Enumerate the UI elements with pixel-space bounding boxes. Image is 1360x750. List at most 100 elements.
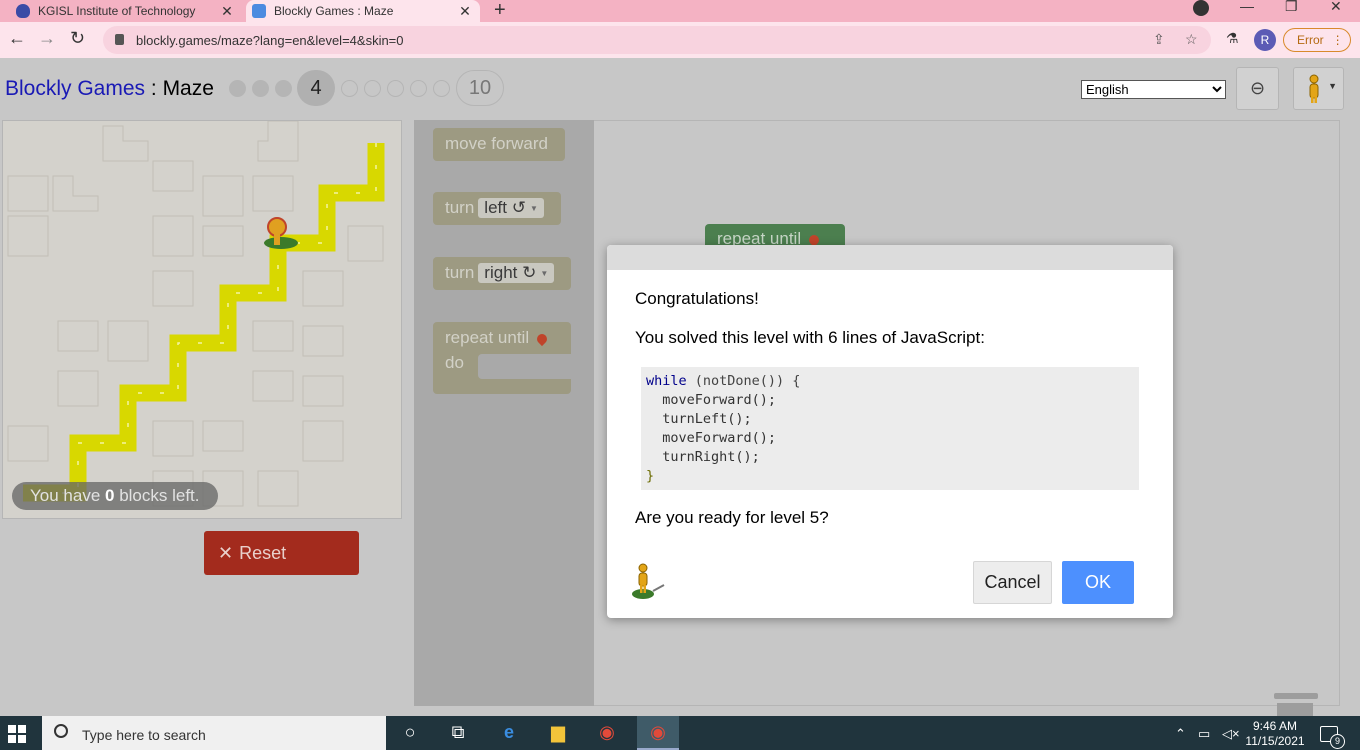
error-label: Error <box>1297 33 1324 47</box>
code-keyword: while <box>646 373 687 389</box>
level-8-dot[interactable] <box>410 80 427 97</box>
trash-lid <box>1274 693 1318 699</box>
code-line: turnRight(); <box>646 449 760 465</box>
turn-right-value: right ↻ <box>484 263 537 282</box>
lock-icon[interactable] <box>115 34 124 45</box>
level-3-dot[interactable] <box>275 80 292 97</box>
pegman-icon <box>1309 74 1319 103</box>
chrome-icon[interactable]: ◉ <box>595 722 619 744</box>
level-9-dot[interactable] <box>433 80 450 97</box>
last-level-badge[interactable]: 10 <box>456 70 504 106</box>
notification-center-icon[interactable]: 9 <box>1320 726 1345 749</box>
dropdown-arrow-icon: ▼ <box>529 204 538 214</box>
network-icon[interactable]: ▭ <box>1198 726 1210 742</box>
edge-browser-icon[interactable]: e <box>497 722 521 744</box>
dropdown-arrow-icon: ▼ <box>540 269 549 279</box>
address-bar[interactable]: blockly.games/maze?lang=en&level=4&skin=… <box>103 26 1211 54</box>
close-icon[interactable]: ✕ <box>218 3 236 20</box>
turn-left-value: left ↺ <box>484 198 526 217</box>
chrome-icon: ◉ <box>650 722 666 742</box>
clock-date: 11/15/2021 <box>1245 734 1305 748</box>
chevron-up-icon[interactable]: ⌃ <box>1175 726 1186 742</box>
taskbar-clock[interactable]: 9:46 AM 11/15/2021 <box>1242 719 1308 749</box>
move-forward-block[interactable]: move forward <box>433 128 565 161</box>
blocks-left-prefix: You have <box>30 486 105 505</box>
link-button[interactable]: ⊖ <box>1236 67 1279 110</box>
congrats-text: Congratulations! <box>635 289 759 308</box>
level-complete-dialog: Congratulations! You solved this level w… <box>607 245 1173 618</box>
close-icon: ✕ <box>218 543 234 563</box>
browser-tab-strip: KGISL Institute of Technology ✕ Blockly … <box>0 0 1360 22</box>
blockly-favicon-icon <box>252 4 266 18</box>
turn-label: turn <box>445 198 475 217</box>
turn-label: turn <box>445 263 475 282</box>
tab-blockly-maze[interactable]: Blockly Games : Maze ✕ <box>246 0 480 22</box>
maze-drawing <box>7 121 385 507</box>
error-chip[interactable]: Error ⋮ <box>1283 28 1351 52</box>
current-level-badge[interactable]: 4 <box>297 70 335 106</box>
new-tab-button[interactable]: + <box>494 0 506 22</box>
bookmark-star-icon[interactable]: ☆ <box>1185 31 1198 48</box>
repeat-until-label: repeat until <box>445 328 530 347</box>
share-icon[interactable]: ⇪ <box>1153 31 1165 48</box>
code-line: moveForward(); <box>646 430 777 446</box>
blockly-games-link[interactable]: Blockly Games <box>5 77 145 100</box>
solved-text: You solved this level with 6 lines of Ja… <box>635 328 985 347</box>
level-5-dot[interactable] <box>341 80 358 97</box>
pegman-icon <box>632 563 665 599</box>
reload-icon[interactable]: ↻ <box>70 28 85 49</box>
repeat-until-block[interactable]: repeat until do <box>433 322 571 394</box>
link-icon: ⊖ <box>1249 78 1266 98</box>
cortana-icon[interactable]: ○ <box>398 722 422 744</box>
level-2-dot[interactable] <box>252 80 269 97</box>
windows-taskbar: Type here to search ○ ⧉ e ▆ ◉ ◉ ⌃ ▭ ◁× 9… <box>0 716 1360 750</box>
ok-button[interactable]: OK <box>1062 561 1134 604</box>
code-line: } <box>646 468 655 484</box>
blocks-left-status: You have 0 blocks left. <box>12 482 218 510</box>
restore-icon[interactable]: ❐ <box>1285 0 1298 15</box>
tab-search-icon[interactable] <box>1193 0 1209 16</box>
level-6-dot[interactable] <box>364 80 381 97</box>
close-icon[interactable]: ✕ <box>456 3 474 20</box>
page-title: Blockly Games : Maze <box>5 77 214 101</box>
clock-time: 9:46 AM <box>1252 719 1298 733</box>
language-select[interactable]: English <box>1081 80 1226 99</box>
maze-wall-tiles <box>7 121 384 507</box>
volume-muted-icon[interactable]: ◁× <box>1222 726 1240 742</box>
tab-kgisl[interactable]: KGISL Institute of Technology ✕ <box>10 0 242 22</box>
level-1-dot[interactable] <box>229 80 246 97</box>
turn-right-block[interactable]: turn right ↻ ▼ <box>433 257 571 290</box>
minimize-icon[interactable]: — <box>1240 0 1254 14</box>
dialog-title-bar[interactable] <box>607 245 1173 270</box>
labs-flask-icon[interactable]: ⚗ <box>1226 30 1239 47</box>
profile-avatar[interactable]: R <box>1254 29 1276 51</box>
back-icon[interactable]: ← <box>8 28 26 49</box>
tab-title: Blockly Games : Maze <box>274 4 394 18</box>
game-name: Maze <box>162 77 214 100</box>
kgisl-favicon-icon <box>16 4 30 18</box>
block-toolbox: move forward turn left ↺ ▼ turn right ↻ ▼ re… <box>414 120 594 706</box>
move-forward-label: move forward <box>445 134 548 153</box>
blocks-left-suffix: blocks left. <box>114 486 200 505</box>
reset-button[interactable]: ✕ Reset <box>204 531 359 575</box>
url-text[interactable]: blockly.games/maze?lang=en&level=4&skin=… <box>136 33 404 48</box>
forward-icon[interactable]: → <box>38 28 56 49</box>
windows-start-icon[interactable] <box>8 725 26 743</box>
task-view-icon[interactable]: ⧉ <box>446 722 470 744</box>
turn-direction-dropdown[interactable]: right ↻ ▼ <box>478 263 555 283</box>
chrome-profile-taskbar-button[interactable]: ◉ <box>637 716 679 750</box>
taskbar-search-input[interactable]: Type here to search <box>42 716 386 750</box>
window-close-icon[interactable]: ✕ <box>1330 0 1342 15</box>
do-slot <box>478 354 571 379</box>
pegman-button[interactable]: ▼ <box>1293 67 1344 110</box>
file-explorer-icon[interactable]: ▆ <box>546 722 570 744</box>
browser-toolbar: ← → ↻ blockly.games/maze?lang=en&level=4… <box>0 22 1360 58</box>
tab-title: KGISL Institute of Technology <box>38 4 196 18</box>
turn-direction-dropdown[interactable]: left ↺ ▼ <box>478 198 544 218</box>
search-icon <box>54 724 68 738</box>
reset-label: Reset <box>239 543 287 563</box>
cancel-button[interactable]: Cancel <box>973 561 1052 604</box>
turn-left-block[interactable]: turn left ↺ ▼ <box>433 192 561 225</box>
level-7-dot[interactable] <box>387 80 404 97</box>
goal-marker-icon <box>264 217 298 249</box>
